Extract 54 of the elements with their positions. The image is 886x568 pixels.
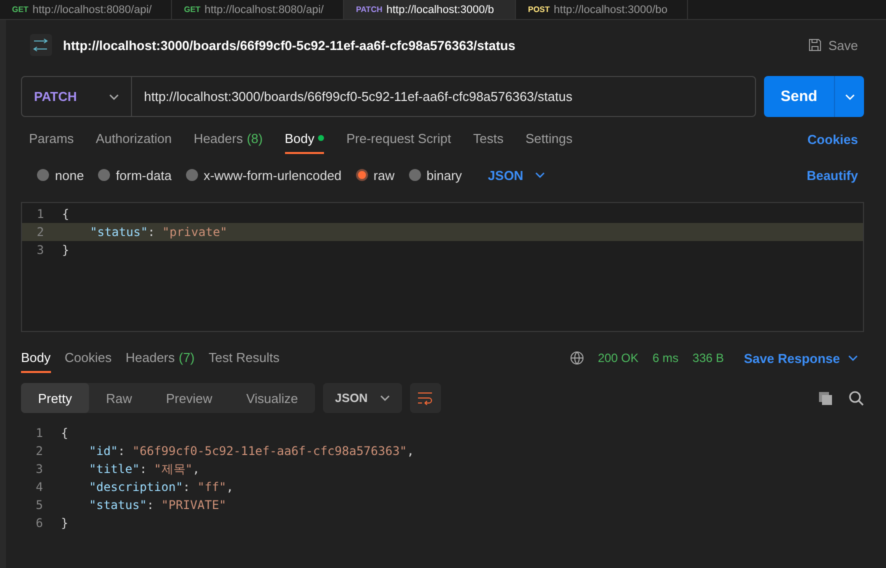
code-line: 2 "id": "66f99cf0-5c92-11ef-aa6f-cfc98a576363", [34, 443, 416, 460]
request-tab[interactable]: PATCH http://localhost:3000/b [344, 0, 516, 19]
request-section-tab[interactable]: Headers (8) [194, 124, 263, 154]
search-icon[interactable] [849, 390, 864, 406]
chevron-down-icon [380, 395, 390, 401]
request-section-tab[interactable]: Params [29, 124, 74, 154]
code-line: 3 } [36, 242, 70, 259]
chevron-down-icon [535, 172, 546, 178]
view-mode-tab[interactable]: Pretty [21, 383, 89, 413]
request-section-tab[interactable]: Body [284, 124, 324, 154]
chevron-down-icon [844, 94, 854, 100]
code-line: 1 { [34, 425, 70, 442]
request-section-tab[interactable]: Settings [525, 124, 572, 154]
request-title: http://localhost:3000/boards/66f99cf0-5c92-11ef-aa6f-cfc98a576363/status [63, 38, 516, 52]
chevron-down-icon [848, 355, 858, 361]
body-type-radio[interactable]: x-www-form-urlencoded [186, 168, 342, 182]
format-dropdown[interactable]: JSON [476, 160, 558, 190]
url-field[interactable]: PATCH http://localhost:3000/boards/66f99cf0-5c92-11ef-aa6f-cfc98a576363/status [21, 76, 756, 117]
code-line: 4 "description": "ff", [34, 479, 235, 496]
wrap-lines-button[interactable] [410, 383, 441, 413]
response-time: 6 ms [652, 351, 679, 365]
response-tab[interactable]: Test Results [208, 344, 280, 372]
view-mode-tab[interactable]: Visualize [229, 383, 316, 413]
beautify-link[interactable]: Beautify [800, 166, 864, 184]
response-tab[interactable]: Body [21, 344, 51, 372]
save-button[interactable]: Save [802, 36, 864, 54]
format-dropdown[interactable]: JSON [323, 383, 402, 413]
code-line: 6 } [34, 515, 70, 532]
code-line: 1 { [36, 206, 70, 223]
body-type-radio[interactable]: binary [408, 168, 462, 182]
request-body-editor[interactable]: 1 { 2 "status": "private" 3 } [21, 202, 864, 332]
body-type-radio[interactable]: none [37, 168, 84, 182]
code-line: 5 "status": "PRIVATE" [34, 497, 228, 514]
response-tab[interactable]: Headers (7) [126, 344, 195, 372]
method-select[interactable]: PATCH [22, 77, 132, 116]
cookies-link[interactable]: Cookies [801, 130, 864, 148]
save-response-button[interactable]: Save Response [738, 350, 864, 366]
body-type-radio[interactable]: raw [356, 168, 394, 182]
chevron-down-icon [109, 94, 119, 100]
view-mode-tab[interactable]: Preview [148, 383, 230, 413]
view-mode-tab[interactable]: Raw [88, 383, 149, 413]
save-icon [808, 38, 822, 52]
send-button[interactable]: Send [764, 76, 864, 117]
copy-icon[interactable] [818, 390, 833, 406]
body-type-radio[interactable]: form-data [98, 168, 172, 182]
request-section-tab[interactable]: Tests [473, 124, 504, 154]
request-section-tab[interactable]: Pre-request Script [346, 124, 452, 154]
response-size: 336 B [692, 351, 724, 365]
response-tab[interactable]: Cookies [64, 344, 112, 372]
globe-icon [570, 351, 584, 365]
request-section-tab[interactable]: Authorization [96, 124, 172, 154]
code-line: 3 "title": "제목", [34, 460, 201, 478]
status-code: 200 OK [598, 351, 639, 365]
wrap-icon [417, 391, 434, 405]
